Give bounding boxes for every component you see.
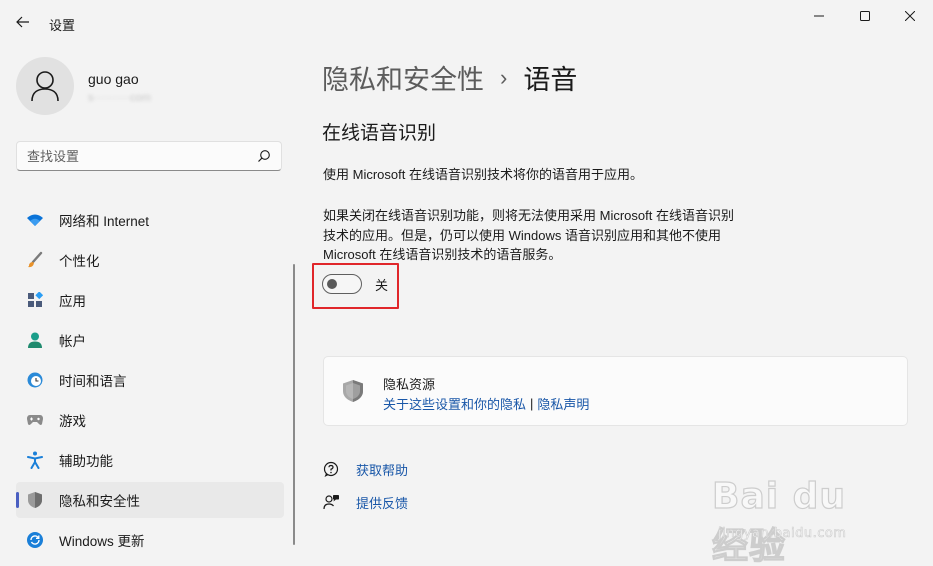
- link-separator: |: [530, 396, 534, 411]
- chevron-right-icon: ›: [500, 64, 508, 90]
- maximize-icon: [860, 11, 870, 21]
- sidebar-item-accounts[interactable]: 帐户: [16, 322, 284, 358]
- section-description: 使用 Microsoft 在线语音识别技术将你的语音用于应用。: [323, 167, 643, 182]
- watermark-logo-text: Bai du 经验: [711, 475, 847, 566]
- person-icon: [31, 71, 59, 102]
- privacy-settings-link[interactable]: 关于这些设置和你的隐私: [383, 394, 526, 413]
- give-feedback-link[interactable]: 提供反馈: [322, 493, 408, 512]
- breadcrumb: 隐私和安全性 › 语音: [322, 58, 577, 97]
- apps-icon: [26, 291, 44, 309]
- sidebar-item-privacy-security[interactable]: 隐私和安全性: [16, 482, 284, 518]
- sidebar-item-label: 网络和 Internet: [59, 214, 150, 229]
- privacy-statement-link[interactable]: 隐私声明: [537, 394, 589, 413]
- app-title: 设置: [49, 18, 76, 33]
- sidebar-item-label: 个性化: [59, 254, 100, 269]
- settings-window: 设置 guo gao s··········com 网络和 Internet: [0, 0, 933, 566]
- sidebar-item-gaming[interactable]: 游戏: [16, 402, 284, 438]
- gamepad-icon: [26, 411, 44, 429]
- maximize-button[interactable]: [842, 0, 888, 32]
- card-title: 隐私资源: [383, 377, 436, 392]
- card-links: 关于这些设置和你的隐私 | 隐私声明: [383, 394, 589, 413]
- help-chat-icon: [322, 461, 340, 479]
- close-icon: [905, 11, 915, 21]
- sidebar-item-accessibility[interactable]: 辅助功能: [16, 442, 284, 478]
- annotation-highlight-box: [312, 263, 399, 309]
- give-feedback-label: 提供反馈: [356, 496, 409, 511]
- section-detail-line: 如果关闭在线语音识别功能，则将无法使用采用 Microsoft 在线语音识别: [323, 208, 734, 223]
- shield-icon: [26, 491, 44, 509]
- search-box[interactable]: [16, 141, 282, 171]
- back-button[interactable]: [10, 11, 36, 33]
- update-icon: [26, 531, 44, 549]
- page-title: 语音: [523, 65, 578, 95]
- sidebar-item-personalization[interactable]: 个性化: [16, 242, 284, 278]
- user-email: s··········com: [88, 92, 151, 104]
- section-title: 在线语音识别: [322, 123, 437, 144]
- breadcrumb-parent[interactable]: 隐私和安全性: [322, 58, 484, 97]
- shield-icon: [343, 380, 363, 402]
- account-icon: [26, 331, 44, 349]
- close-button[interactable]: [887, 0, 933, 32]
- privacy-resources-card: 隐私资源 关于这些设置和你的隐私 | 隐私声明: [323, 356, 908, 426]
- sidebar-item-label: 帐户: [59, 334, 86, 349]
- avatar[interactable]: [16, 57, 74, 115]
- sidebar-item-label: 游戏: [59, 414, 86, 429]
- search-icon[interactable]: [257, 149, 271, 163]
- search-input[interactable]: [27, 148, 247, 164]
- minimize-icon: [814, 15, 824, 17]
- watermark-url: jingyan.baidu.com: [718, 526, 847, 542]
- sidebar-item-label: 应用: [59, 294, 86, 309]
- watermark: Bai du 经验 jingyan.baidu.com: [711, 462, 892, 566]
- section-detail: 如果关闭在线语音识别功能，则将无法使用采用 Microsoft 在线语音识别 技…: [323, 206, 783, 265]
- sidebar-item-windows-update[interactable]: Windows 更新: [16, 522, 284, 558]
- sidebar-item-apps[interactable]: 应用: [16, 282, 284, 318]
- back-arrow-icon: [16, 16, 29, 28]
- title-bar: 设置: [0, 0, 933, 44]
- feedback-icon: [322, 494, 340, 512]
- section-detail-line: 技术的应用。但是，仍可以使用 Windows 语音识别应用和其他不使用: [323, 227, 721, 243]
- user-name: guo gao: [88, 71, 139, 87]
- sidebar-item-time-language[interactable]: 时间和语言: [16, 362, 284, 398]
- get-help-label: 获取帮助: [356, 463, 409, 478]
- minimize-button[interactable]: [796, 0, 842, 32]
- get-help-link[interactable]: 获取帮助: [322, 460, 408, 479]
- clock-globe-icon: [26, 371, 44, 389]
- sidebar-scrollbar[interactable]: [293, 264, 295, 545]
- sidebar-item-label: 辅助功能: [59, 454, 113, 469]
- wifi-icon: [26, 211, 44, 229]
- sidebar-item-label: Windows 更新: [59, 534, 145, 549]
- sidebar-item-network[interactable]: 网络和 Internet: [16, 202, 284, 238]
- sidebar-nav: 网络和 Internet 个性化 应用 帐户 时间和语言 游戏 辅助功能 隐私和…: [16, 202, 284, 562]
- accessibility-icon: [26, 451, 44, 469]
- section-detail-line: Microsoft 在线语音识别技术的语音服务。: [323, 247, 562, 262]
- sidebar-item-label: 隐私和安全性: [59, 494, 140, 509]
- brush-icon: [26, 251, 44, 269]
- sidebar-item-label: 时间和语言: [59, 374, 127, 389]
